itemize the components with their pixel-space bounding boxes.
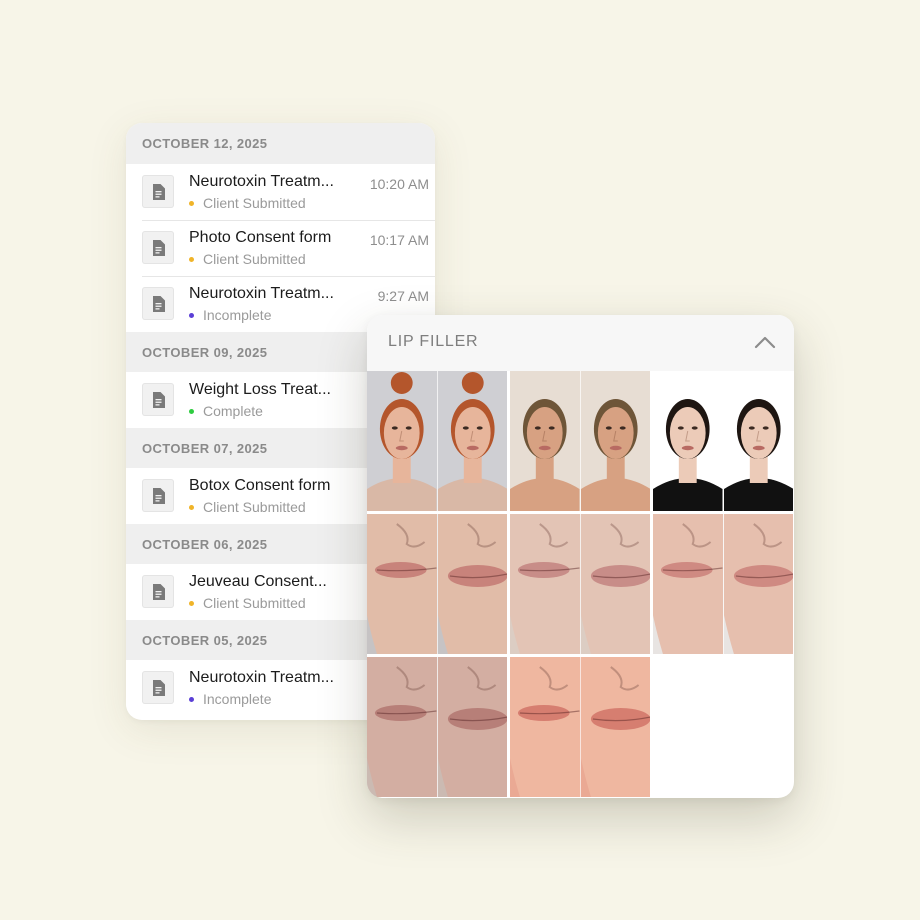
before-image	[510, 657, 580, 797]
photo-grid	[367, 371, 794, 798]
form-time: 9:27 AM	[377, 288, 429, 304]
form-status-label: Incomplete	[203, 307, 272, 323]
form-title: Neurotoxin Treatm...	[189, 669, 334, 686]
status-dot-icon	[189, 408, 194, 414]
before-after-photo-7[interactable]	[367, 657, 507, 797]
document-icon	[142, 287, 174, 320]
form-time: 10:20 AM	[369, 176, 429, 192]
form-status-label: Client Submitted	[203, 195, 306, 211]
before-after-photo-1[interactable]	[367, 371, 507, 511]
form-title: Jeuveau Consent...	[189, 573, 327, 590]
form-status: Client Submitted	[189, 499, 306, 515]
before-image	[510, 514, 580, 654]
document-icon	[142, 575, 174, 608]
gallery-title: LIP FILLER	[388, 333, 479, 350]
form-status: Incomplete	[189, 691, 271, 707]
form-status: Complete	[189, 403, 263, 419]
form-status-label: Client Submitted	[203, 499, 306, 515]
document-icon	[142, 175, 174, 208]
document-icon	[142, 383, 174, 416]
before-image	[653, 371, 723, 511]
form-title: Neurotoxin Treatm...	[189, 285, 334, 302]
before-image	[510, 371, 580, 511]
after-image	[579, 514, 650, 654]
after-image	[436, 371, 507, 511]
after-image	[436, 514, 507, 654]
date-header: OCTOBER 12, 2025	[126, 123, 435, 164]
before-after-photo-8[interactable]	[510, 657, 650, 797]
before-image	[653, 514, 723, 654]
chevron-up-icon[interactable]	[754, 333, 776, 351]
form-list-item[interactable]: Photo Consent form 10:17 AM Client Submitt…	[126, 220, 435, 276]
form-status-label: Client Submitted	[203, 251, 306, 267]
status-dot-icon	[189, 696, 194, 702]
form-list-item[interactable]: Neurotoxin Treatm... 10:20 AM Client Submi…	[126, 164, 435, 220]
form-title: Neurotoxin Treatm...	[189, 173, 334, 190]
status-dot-icon	[189, 312, 194, 318]
document-icon	[142, 479, 174, 512]
form-status: Client Submitted	[189, 195, 306, 211]
before-image	[367, 657, 437, 797]
after-image	[722, 371, 793, 511]
form-status: Incomplete	[189, 307, 271, 323]
before-after-photo-4[interactable]	[367, 514, 507, 654]
form-status: Client Submitted	[189, 251, 306, 267]
after-image	[579, 657, 650, 797]
before-after-photo-2[interactable]	[510, 371, 650, 511]
lip-filler-gallery: LIP FILLER	[367, 315, 794, 798]
before-after-photo-3[interactable]	[653, 371, 793, 511]
form-title: Weight Loss Treat...	[189, 381, 331, 398]
status-dot-icon	[189, 256, 194, 262]
before-after-photo-5[interactable]	[510, 514, 650, 654]
document-icon	[142, 231, 174, 264]
before-image	[367, 514, 437, 654]
before-after-photo-6[interactable]	[653, 514, 793, 654]
after-image	[436, 657, 507, 797]
after-image	[722, 514, 793, 654]
form-status-label: Client Submitted	[203, 595, 306, 611]
form-status-label: Complete	[203, 403, 263, 419]
form-title: Photo Consent form	[189, 229, 332, 246]
status-dot-icon	[189, 504, 194, 510]
gallery-header[interactable]: LIP FILLER	[367, 315, 794, 371]
after-image	[579, 371, 650, 511]
form-status-label: Incomplete	[203, 691, 272, 707]
document-icon	[142, 671, 174, 704]
form-title: Botox Consent form	[189, 477, 331, 494]
status-dot-icon	[189, 200, 194, 206]
status-dot-icon	[189, 600, 194, 606]
before-image	[367, 371, 437, 511]
form-status: Client Submitted	[189, 595, 306, 611]
form-time: 10:17 AM	[369, 232, 429, 248]
